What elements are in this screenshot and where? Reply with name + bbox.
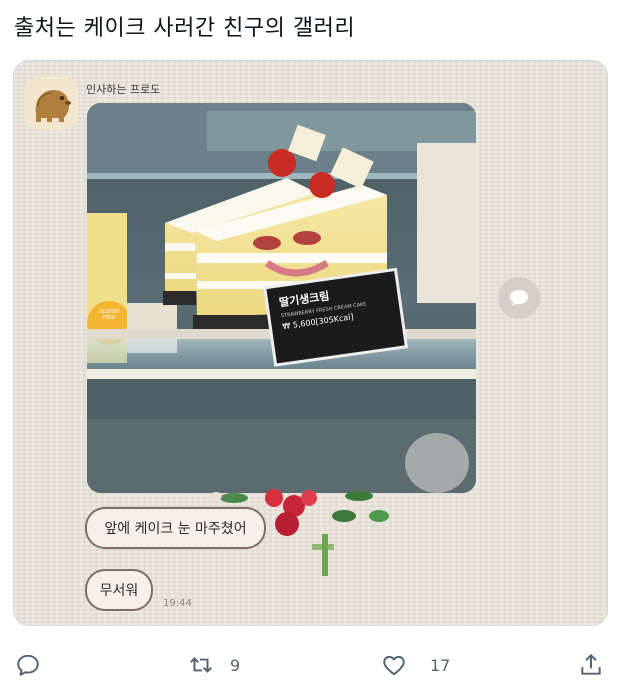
cake-photo: 딸기생크림 STRAWBERRY FRESH CREAM CAKE ₩ 5,60…	[87, 103, 476, 493]
bear-avatar-icon	[24, 76, 78, 130]
share-button[interactable]	[578, 645, 604, 685]
tweet-actions: 9 17	[0, 645, 632, 685]
reply-icon	[17, 654, 39, 676]
like-count: 17	[430, 655, 451, 675]
gluten-free-badge: GLUTEN FREE	[98, 309, 120, 321]
chat-share-icon	[510, 290, 528, 306]
chat-message: 앞에 케이크 눈 마주쳤어	[85, 507, 266, 549]
avatar[interactable]	[24, 76, 78, 130]
retweet-icon	[190, 657, 212, 673]
reply-button[interactable]	[15, 645, 41, 685]
like-button[interactable]: 17	[380, 645, 450, 685]
tweet-media-image[interactable]: 인사하는 프로도 딸기생크림 STRAWBERRY FRESH CREAM CA…	[13, 60, 608, 626]
retweet-button[interactable]: 9	[188, 645, 240, 685]
chat-message: 무서워	[85, 569, 153, 611]
share-icon	[581, 653, 601, 675]
tweet-text: 출처는 케이크 사러간 친구의 갤러리	[14, 16, 356, 41]
like-icon	[383, 655, 405, 676]
chat-timestamp: 19:44	[163, 598, 192, 609]
chat-sender-name: 인사하는 프로도	[86, 83, 161, 96]
retweet-count: 9	[230, 655, 241, 675]
chat-share-button[interactable]	[498, 277, 540, 319]
